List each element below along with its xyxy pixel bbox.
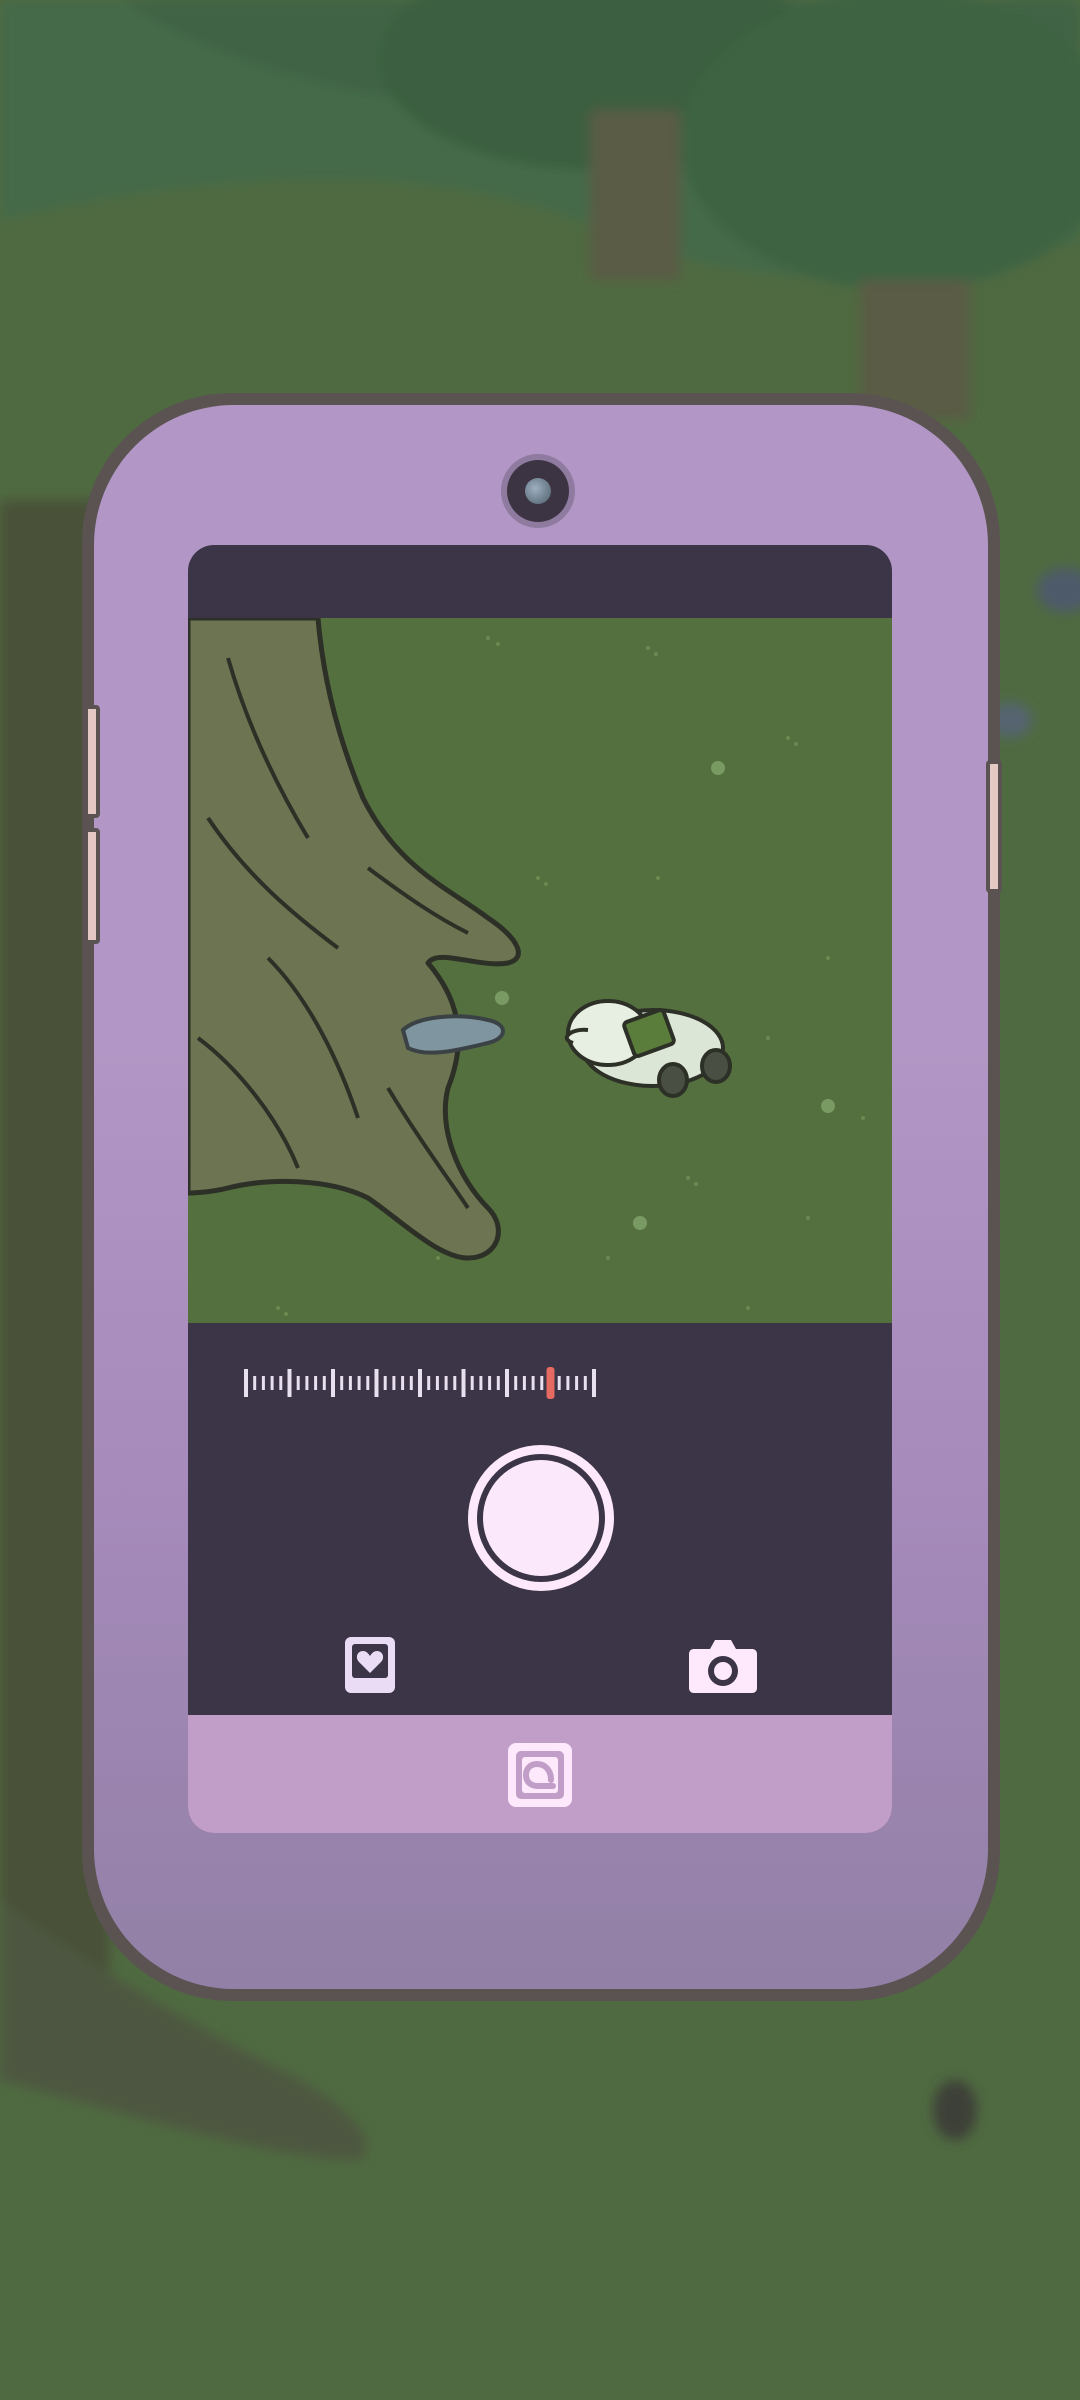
shutter-button[interactable]: [468, 1445, 614, 1591]
zoom-tick: [270, 1376, 274, 1390]
zoom-tick: [287, 1369, 292, 1397]
volume-down-button: [84, 828, 100, 944]
zoom-indicator: [546, 1367, 555, 1399]
zoom-tick: [496, 1376, 500, 1390]
zoom-tick: [296, 1376, 300, 1390]
zoom-tick: [488, 1376, 492, 1390]
zoom-tick: [374, 1369, 379, 1397]
zoom-tick: [566, 1376, 570, 1390]
zoom-tick: [540, 1376, 544, 1390]
zoom-tick: [470, 1376, 474, 1390]
zoom-tick: [505, 1369, 509, 1397]
zoom-tick: [444, 1376, 448, 1390]
zoom-tick: [453, 1376, 457, 1390]
zoom-tick: [401, 1376, 405, 1390]
power-button: [986, 760, 1002, 893]
zoom-tick: [461, 1369, 466, 1397]
switch-camera-button[interactable]: [688, 1633, 758, 1695]
zoom-tick: [522, 1376, 526, 1390]
zoom-tick: [427, 1376, 431, 1390]
zoom-tick: [418, 1369, 422, 1397]
zoom-tick: [331, 1369, 335, 1397]
camera-viewfinder[interactable]: [188, 618, 892, 1323]
album-button[interactable]: [505, 1740, 575, 1810]
zoom-tick: [340, 1376, 344, 1390]
zoom-tick: [479, 1376, 483, 1390]
zoom-tick: [322, 1376, 326, 1390]
volume-up-button: [84, 705, 100, 818]
gallery-button[interactable]: [343, 1635, 397, 1695]
zoom-tick: [575, 1376, 579, 1390]
album-icon: [508, 1743, 572, 1807]
zoom-tick: [348, 1376, 352, 1390]
zoom-tick: [253, 1376, 257, 1390]
zoom-tick: [392, 1376, 396, 1390]
camera-icon: [689, 1640, 757, 1693]
front-camera-lens: [507, 460, 569, 522]
zoom-tick: [557, 1376, 561, 1390]
zoom-tick: [409, 1376, 413, 1390]
zoom-tick: [435, 1376, 439, 1390]
zoom-slider[interactable]: [244, 1363, 596, 1403]
zoom-tick: [261, 1376, 265, 1390]
zoom-tick: [383, 1376, 387, 1390]
zoom-tick: [514, 1376, 518, 1390]
bottom-bar: [188, 1715, 892, 1833]
zoom-tick: [357, 1376, 361, 1390]
zoom-tick: [531, 1376, 535, 1390]
photo-heart-icon: [345, 1637, 395, 1693]
zoom-tick: [244, 1369, 248, 1397]
zoom-tick: [583, 1376, 587, 1390]
zoom-tick: [366, 1376, 370, 1390]
zoom-tick: [305, 1376, 309, 1390]
zoom-tick: [314, 1376, 318, 1390]
zoom-tick: [279, 1376, 283, 1390]
zoom-tick: [592, 1369, 596, 1397]
phone-screen: [188, 545, 892, 1833]
